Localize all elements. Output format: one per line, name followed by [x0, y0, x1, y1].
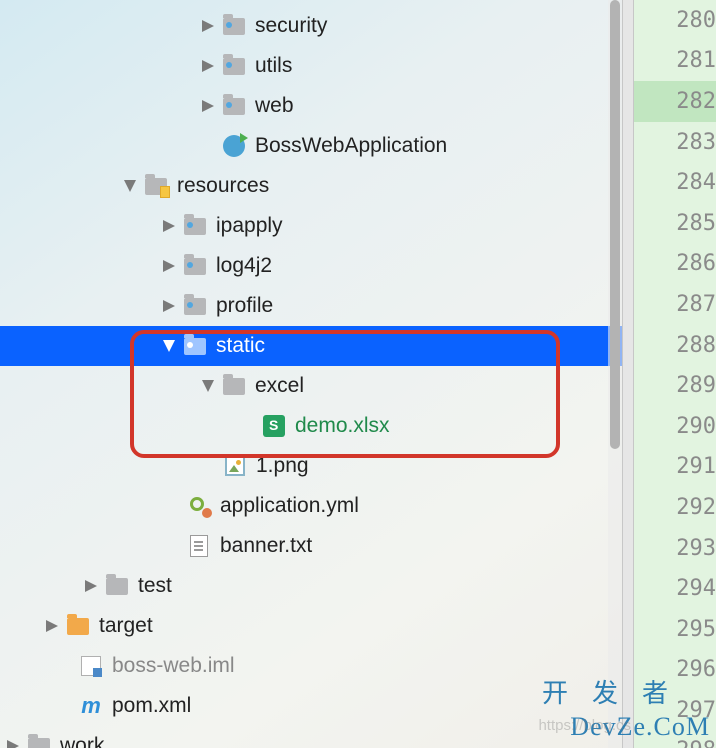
folder-icon [65, 615, 91, 637]
tree-item-label: excel [255, 374, 304, 398]
spring-boot-class-icon [221, 135, 247, 157]
editor-gutter: 2802812822832842852862872882892902912922… [634, 0, 716, 748]
scrollbar-thumb[interactable] [610, 0, 620, 449]
chevron-down-icon[interactable] [117, 180, 143, 192]
tree-item-application-yml[interactable]: application.yml [0, 486, 622, 526]
tree-item-1png[interactable]: 1.png [0, 446, 622, 486]
tree-item-pom-xml[interactable]: m pom.xml [0, 686, 622, 726]
tree-item-label: static [216, 334, 265, 358]
chevron-down-icon[interactable] [195, 380, 221, 392]
ide-panel: security utils web BossWebApplication re… [0, 0, 716, 748]
tree-item-utils[interactable]: utils [0, 46, 622, 86]
tree-item-ipapply[interactable]: ipapply [0, 206, 622, 246]
tree-item-profile[interactable]: profile [0, 286, 622, 326]
line-number[interactable]: 289 [634, 365, 716, 406]
line-number[interactable]: 293 [634, 528, 716, 569]
tree-item-iml[interactable]: boss-web.iml [0, 646, 622, 686]
tree-item-label: web [255, 94, 294, 118]
tree-item-label: log4j2 [216, 254, 272, 278]
chevron-right-icon[interactable] [0, 740, 26, 748]
folder-icon [221, 95, 247, 117]
tree-scrollbar[interactable] [608, 0, 622, 748]
line-number[interactable]: 288 [634, 325, 716, 366]
tree-item-label: utils [255, 54, 292, 78]
folder-icon [26, 735, 52, 748]
tree-item-label: 1.png [256, 454, 309, 478]
line-number[interactable]: 283 [634, 122, 716, 163]
folder-icon [221, 15, 247, 37]
folder-icon [104, 575, 130, 597]
yml-icon [186, 495, 212, 517]
image-icon [222, 455, 248, 477]
tree-item-label: target [99, 614, 153, 638]
tree-item-test[interactable]: test [0, 566, 622, 606]
chevron-right-icon[interactable] [39, 620, 65, 632]
chevron-right-icon[interactable] [156, 260, 182, 272]
line-number[interactable]: 281 [634, 41, 716, 82]
tree-item-label: profile [216, 294, 273, 318]
tree-item-label: demo.xlsx [295, 414, 390, 438]
tree-item-label: pom.xml [112, 694, 191, 718]
tree-item-log4j2[interactable]: log4j2 [0, 246, 622, 286]
chevron-right-icon[interactable] [195, 60, 221, 72]
maven-icon: m [78, 695, 104, 717]
tree-item-bosswebapp[interactable]: BossWebApplication [0, 126, 622, 166]
tree-item-label: ipapply [216, 214, 283, 238]
folder-icon [182, 335, 208, 357]
line-number[interactable]: 298 [634, 731, 716, 748]
line-number[interactable]: 291 [634, 447, 716, 488]
line-number[interactable]: 286 [634, 244, 716, 285]
tree-item-label: resources [177, 174, 269, 198]
tree-item-label: security [255, 14, 327, 38]
chevron-right-icon[interactable] [195, 100, 221, 112]
chevron-right-icon[interactable] [156, 220, 182, 232]
folder-icon [182, 215, 208, 237]
tree-item-excel[interactable]: excel [0, 366, 622, 406]
line-number[interactable]: 292 [634, 487, 716, 528]
tree-item-resources[interactable]: resources [0, 166, 622, 206]
text-file-icon [186, 535, 212, 557]
tree-item-label: BossWebApplication [255, 134, 447, 158]
tree-item-security[interactable]: security [0, 6, 622, 46]
resources-folder-icon [143, 175, 169, 197]
tree-item-label: banner.txt [220, 534, 312, 558]
line-number[interactable]: 290 [634, 406, 716, 447]
tree-item-demo-xlsx[interactable]: demo.xlsx [0, 406, 622, 446]
module-icon [78, 655, 104, 677]
xlsx-icon [261, 415, 287, 437]
splitter[interactable] [622, 0, 634, 748]
line-number[interactable]: 295 [634, 609, 716, 650]
line-number[interactable]: 287 [634, 284, 716, 325]
chevron-right-icon[interactable] [195, 20, 221, 32]
line-number[interactable]: 296 [634, 650, 716, 691]
line-number[interactable]: 297 [634, 690, 716, 731]
folder-icon [182, 255, 208, 277]
line-number[interactable]: 294 [634, 568, 716, 609]
tree-item-static[interactable]: static [0, 326, 622, 366]
tree-item-label: test [138, 574, 172, 598]
tree-item-work[interactable]: work [0, 726, 622, 748]
line-number[interactable]: 284 [634, 162, 716, 203]
tree-item-web[interactable]: web [0, 86, 622, 126]
line-number[interactable]: 282 [634, 81, 716, 122]
chevron-down-icon[interactable] [156, 340, 182, 352]
line-number[interactable]: 285 [634, 203, 716, 244]
tree-item-label: work [60, 734, 104, 748]
folder-icon [182, 295, 208, 317]
tree-item-target[interactable]: target [0, 606, 622, 646]
line-number[interactable]: 280 [634, 0, 716, 41]
tree-item-banner-txt[interactable]: banner.txt [0, 526, 622, 566]
project-tree: security utils web BossWebApplication re… [0, 0, 622, 748]
tree-item-label: application.yml [220, 494, 359, 518]
chevron-right-icon[interactable] [156, 300, 182, 312]
chevron-right-icon[interactable] [78, 580, 104, 592]
folder-icon [221, 375, 247, 397]
folder-icon [221, 55, 247, 77]
tree-item-label: boss-web.iml [112, 654, 235, 678]
